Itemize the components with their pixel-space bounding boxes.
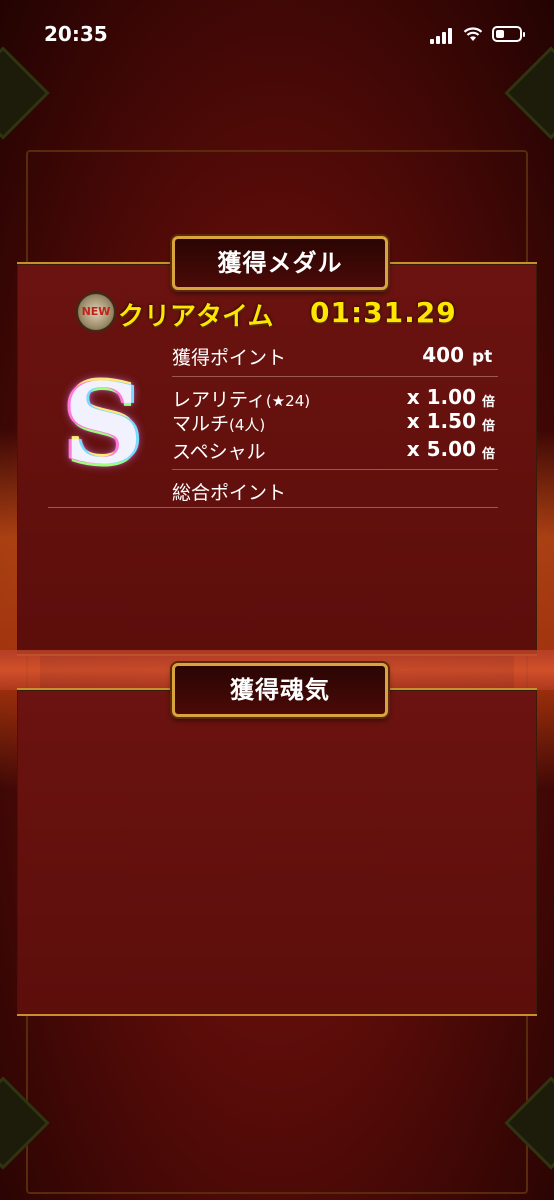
rarity-label-text: レアリティ: [172, 389, 266, 411]
special-label: スペシャル: [172, 437, 266, 464]
points-label: 獲得ポイント: [172, 347, 287, 369]
multi-unit: 倍: [482, 419, 496, 434]
special-label-text: スペシャル: [172, 441, 266, 463]
divider: [172, 376, 498, 377]
status-time: 20:35: [44, 22, 108, 46]
multi-label: マルチ(4人): [172, 409, 265, 436]
battery-icon: [492, 26, 525, 42]
soul-panel: [17, 688, 537, 1016]
divider: [172, 469, 498, 470]
clear-time-label: クリアタイム: [118, 302, 274, 332]
rarity-multiplier: x 1.00: [406, 385, 476, 409]
rarity-detail: (★24): [265, 392, 311, 410]
multi-multiplier: x 1.50: [406, 409, 476, 433]
soul-section-title: 獲得魂気: [172, 663, 388, 717]
points-value: 400: [422, 343, 464, 367]
new-badge-icon: NEW: [76, 292, 116, 332]
divider: [48, 507, 498, 508]
rank-s-icon: S: [63, 359, 143, 488]
medal-section-title: 獲得メダル: [172, 236, 388, 290]
total-points-label: 総合ポイント: [172, 482, 287, 504]
points-unit: pt: [472, 347, 493, 367]
status-bar: 20:35: [0, 0, 554, 70]
special-multiplier: x 5.00: [406, 437, 476, 461]
signal-icon: [430, 28, 456, 44]
wifi-icon: [463, 27, 483, 41]
multi-label-text: マルチ: [172, 413, 230, 435]
rarity-label: レアリティ(★24): [172, 385, 310, 412]
rarity-unit: 倍: [482, 395, 496, 410]
special-unit: 倍: [482, 447, 496, 462]
multi-detail: (4人): [229, 416, 266, 434]
clear-time-value: 01:31.29: [310, 296, 457, 329]
